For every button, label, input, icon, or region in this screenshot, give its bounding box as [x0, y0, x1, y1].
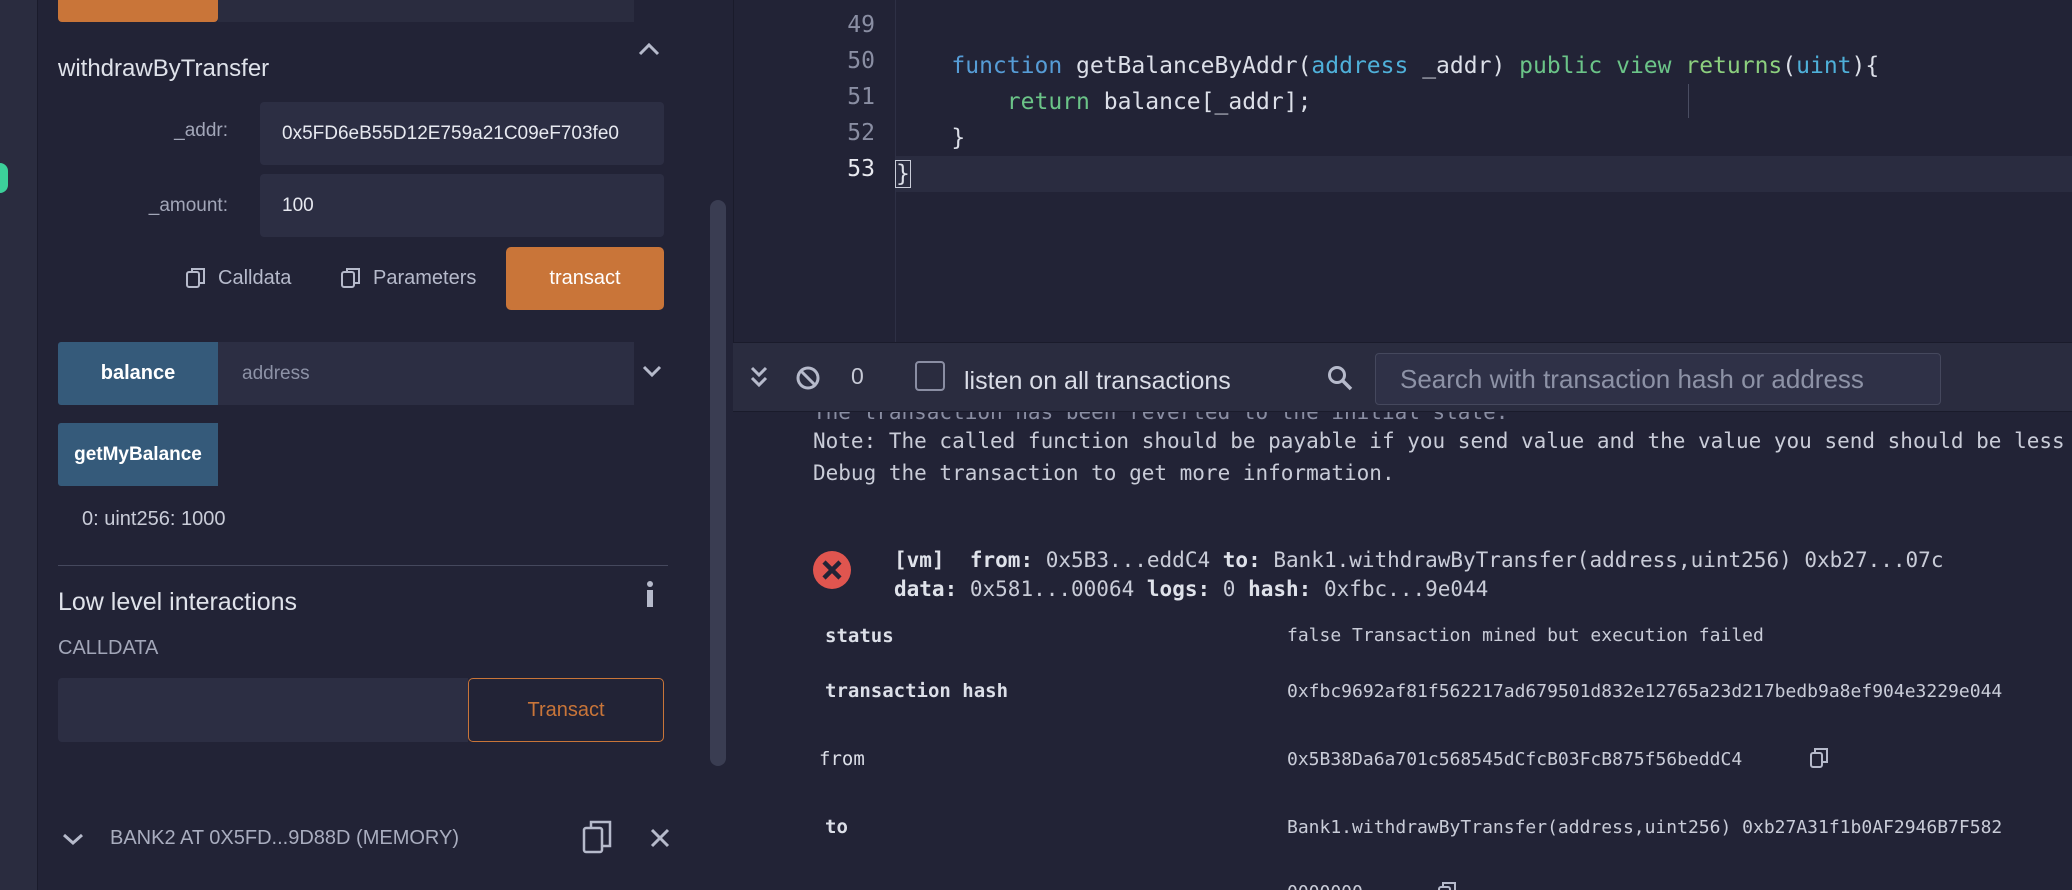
contract-instance-label: BANK2 AT 0X5FD...9D88D (MEMORY): [110, 827, 459, 849]
tx-row-key: status: [825, 625, 894, 647]
low-level-title: Low level interactions: [58, 588, 298, 616]
tx-row-key: to: [825, 816, 848, 838]
indent-guide: [1688, 84, 1689, 118]
terminal-log: The transaction has been reverted to the…: [733, 412, 2072, 890]
log-debug-line: Debug the transaction to get more inform…: [813, 461, 1395, 485]
deployed-contract-panel: withdrawByTransfer _addr: 0x5FD6eB55D12E…: [38, 0, 686, 890]
double-chevron-down-icon[interactable]: [749, 365, 769, 389]
pending-tx-count: 0: [851, 363, 864, 389]
logs-value: 0: [1222, 577, 1236, 601]
clear-console-icon[interactable]: [795, 365, 821, 391]
tx-row-value: 0xfbc9692af81f562217ad679501d832e12765a2…: [1287, 681, 2003, 702]
copy-icon[interactable]: [1438, 882, 1456, 890]
contract-instance-row[interactable]: BANK2 AT 0X5FD...9D88D (MEMORY): [38, 808, 686, 870]
chevron-down-icon[interactable]: [62, 832, 84, 846]
tx-summary-line-2[interactable]: data: 0x581...00064 logs: 0 hash: 0xfbc.…: [894, 577, 1488, 601]
code-line[interactable]: function getBalanceByAddr(address _addr)…: [896, 48, 2072, 84]
calldata-label: Calldata: [218, 266, 292, 289]
vm-tag: [vm]: [894, 548, 945, 572]
tx-search-input[interactable]: Search with transaction hash or address: [1375, 353, 1941, 405]
icon-sidebar: [0, 0, 38, 890]
tx-summary-line-1[interactable]: [vm] from: 0x5B3...eddC4 to: Bank1.withd…: [894, 548, 1943, 572]
copy-parameters-button[interactable]: Parameters: [341, 262, 476, 294]
to-label: to:: [1222, 548, 1261, 572]
line-number: 52: [847, 120, 875, 146]
calldata-caps-label: CALLDATA: [58, 637, 159, 659]
hash-value: 0xfbc...9e044: [1323, 577, 1489, 601]
tx-row-value: 0x5B38Da6a701c568545dCfcB03FcB875f56bedd…: [1287, 749, 1743, 770]
code-line[interactable]: return balance[_addr];: [896, 84, 2072, 120]
copy-icon[interactable]: [1810, 748, 1828, 768]
addr-param-label: _addr:: [174, 120, 228, 141]
code-line[interactable]: }: [896, 120, 2072, 156]
function-title: withdrawByTransfer: [58, 55, 270, 82]
tx-row-value: false Transaction mined but execution fa…: [1287, 625, 1764, 646]
transact-button[interactable]: transact: [506, 247, 664, 310]
copy-icon: [341, 268, 360, 288]
low-level-calldata-input[interactable]: [58, 678, 468, 742]
from-value: 0x5B3...eddC4: [1045, 548, 1211, 572]
listen-all-label: listen on all transactions: [964, 367, 1231, 395]
log-line: The transaction has been reverted to the…: [813, 412, 1509, 424]
balance-button[interactable]: balance: [58, 342, 218, 405]
call-result: 0: uint256: 1000: [82, 508, 226, 530]
code-editor[interactable]: 49 50 51 52 53 function getBalanceByAddr…: [733, 0, 2072, 342]
parameters-label: Parameters: [373, 266, 477, 289]
line-number: 51: [847, 84, 875, 110]
code-line[interactable]: }: [895, 156, 2072, 192]
tx-row-key: transaction hash: [825, 680, 1009, 702]
tx-row-value: Bank1.withdrawByTransfer(address,uint256…: [1287, 817, 2003, 838]
close-icon[interactable]: [650, 828, 670, 848]
line-number: 53: [847, 156, 875, 182]
tx-row-key: from: [819, 748, 865, 770]
balance-address-input[interactable]: address: [218, 342, 634, 405]
line-number-gutter: 49 50 51 52 53: [734, 0, 896, 342]
low-level-transact-button[interactable]: Transact: [468, 678, 664, 742]
search-icon: [1328, 366, 1353, 391]
chevron-down-icon[interactable]: [642, 364, 662, 378]
to-value: Bank1.withdrawByTransfer(address,uint256…: [1273, 548, 1944, 572]
info-icon[interactable]: [644, 580, 656, 608]
copy-calldata-button[interactable]: Calldata: [186, 262, 291, 294]
left-panel-scrollbar[interactable]: [710, 200, 726, 766]
copy-icon: [186, 268, 205, 288]
previous-function-input[interactable]: [218, 0, 634, 22]
section-divider: [58, 565, 668, 566]
amount-param-input[interactable]: 100: [260, 174, 664, 237]
terminal-toolbar: 0 listen on all transactions Search with…: [733, 342, 2072, 412]
previous-function-button[interactable]: [58, 0, 218, 22]
active-plugin-indicator: [0, 163, 8, 193]
line-number: 50: [847, 48, 875, 74]
line-number: 49: [847, 12, 875, 38]
chevron-up-icon[interactable]: [638, 42, 660, 56]
hash-label: hash:: [1248, 577, 1312, 601]
data-label: data:: [894, 577, 958, 601]
log-note-line: Note: The called function should be paya…: [813, 429, 2065, 453]
logs-label: logs:: [1146, 577, 1211, 601]
from-label: from:: [969, 548, 1034, 572]
tx-row-value: 0000000: [1287, 882, 1363, 890]
copy-icon[interactable]: [582, 820, 612, 854]
amount-param-label: _amount:: [148, 195, 228, 216]
addr-param-input[interactable]: 0x5FD6eB55D12E759a21C09eF703fe0: [260, 102, 664, 165]
get-my-balance-button[interactable]: getMyBalance: [58, 423, 218, 486]
listen-all-checkbox[interactable]: [915, 361, 945, 391]
error-icon: [813, 551, 851, 589]
data-value: 0x581...00064: [969, 577, 1135, 601]
